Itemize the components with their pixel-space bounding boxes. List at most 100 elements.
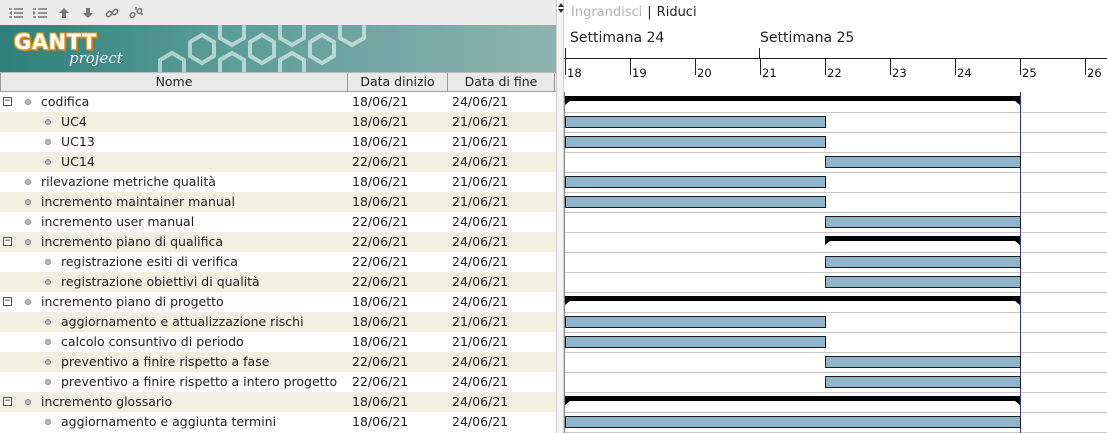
task-bar[interactable] [825, 276, 1021, 288]
task-end-date[interactable]: 21/06/21 [452, 312, 508, 332]
task-row[interactable]: − codifica 18/06/21 24/06/21 [0, 92, 557, 112]
splitter[interactable] [556, 0, 564, 433]
task-row[interactable]: preventivo a finire rispetto a fase 22/06… [0, 352, 557, 372]
task-end-date[interactable]: 21/06/21 [452, 112, 508, 132]
column-end-date[interactable]: Data di fine [448, 73, 555, 92]
task-end-date[interactable]: 24/06/21 [452, 292, 508, 312]
task-bar[interactable] [565, 136, 826, 148]
task-start-date[interactable]: 22/06/21 [352, 272, 408, 292]
task-name[interactable]: incremento maintainer manual [41, 192, 235, 212]
task-start-date[interactable]: 18/06/21 [352, 172, 408, 192]
task-end-date[interactable]: 24/06/21 [452, 232, 508, 252]
task-start-date[interactable]: 18/06/21 [352, 112, 408, 132]
task-end-date[interactable]: 24/06/21 [452, 412, 508, 432]
task-name[interactable]: incremento glossario [41, 392, 172, 412]
task-name[interactable]: UC14 [61, 152, 95, 172]
task-name[interactable]: incremento user manual [41, 212, 194, 232]
task-name[interactable]: aggiornamento e aggiunta termini [61, 412, 276, 432]
task-name[interactable]: registrazione esiti di verifica [61, 252, 238, 272]
task-end-date[interactable]: 24/06/21 [452, 272, 508, 292]
task-start-date[interactable]: 18/06/21 [352, 312, 408, 332]
task-bar[interactable] [825, 256, 1021, 268]
task-name[interactable]: preventivo a finire rispetto a intero pr… [61, 372, 337, 392]
task-bar[interactable] [825, 216, 1021, 228]
unlink-icon[interactable] [124, 2, 148, 24]
column-name[interactable]: Nome [0, 73, 348, 92]
task-end-date[interactable]: 24/06/21 [452, 392, 508, 412]
task-bar[interactable] [565, 416, 1021, 428]
task-name[interactable]: incremento piano di qualifica [41, 232, 223, 252]
task-row[interactable]: preventivo a finire rispetto a intero pr… [0, 372, 557, 392]
task-start-date[interactable]: 18/06/21 [352, 392, 408, 412]
task-name[interactable]: preventivo a finire rispetto a fase [61, 352, 269, 372]
task-bar[interactable] [565, 116, 826, 128]
task-end-date[interactable]: 24/06/21 [452, 152, 508, 172]
task-end-date[interactable]: 21/06/21 [452, 332, 508, 352]
collapse-toggle-icon[interactable]: − [3, 297, 12, 306]
task-bar[interactable] [825, 156, 1021, 168]
task-row[interactable]: − incremento piano di qualifica 22/06/21 24… [0, 232, 557, 252]
collapse-toggle-icon[interactable]: − [3, 237, 12, 246]
task-start-date[interactable]: 22/06/21 [352, 212, 408, 232]
task-row[interactable]: aggiornamento e attualizzazione rischi 18… [0, 312, 557, 332]
task-bar[interactable] [565, 196, 826, 208]
task-end-date[interactable]: 24/06/21 [452, 352, 508, 372]
task-name[interactable]: aggiornamento e attualizzazione rischi [61, 312, 304, 332]
task-name[interactable]: UC13 [61, 132, 95, 152]
task-start-date[interactable]: 22/06/21 [352, 372, 408, 392]
task-row[interactable]: rilevazione metriche qualità 18/06/21 21/0… [0, 172, 557, 192]
task-bar[interactable] [825, 376, 1021, 388]
move-up-icon[interactable] [52, 2, 76, 24]
task-end-date[interactable]: 24/06/21 [452, 372, 508, 392]
task-end-date[interactable]: 21/06/21 [452, 192, 508, 212]
link-icon[interactable] [100, 2, 124, 24]
zoom-in-link[interactable]: Ingrandisci [571, 5, 642, 20]
collapse-toggle-icon[interactable]: − [3, 397, 12, 406]
task-end-date[interactable]: 24/06/21 [452, 252, 508, 272]
task-name[interactable]: codifica [41, 92, 89, 112]
task-start-date[interactable]: 22/06/21 [352, 352, 408, 372]
task-bar[interactable] [565, 176, 826, 188]
task-start-date[interactable]: 22/06/21 [352, 252, 408, 272]
task-row[interactable]: calcolo consuntivo di periodo 18/06/21 21/… [0, 332, 557, 352]
task-start-date[interactable]: 22/06/21 [352, 152, 408, 172]
task-start-date[interactable]: 18/06/21 [352, 192, 408, 212]
task-end-date[interactable]: 21/06/21 [452, 132, 508, 152]
task-end-date[interactable]: 24/06/21 [452, 92, 508, 112]
task-row[interactable]: registrazione esiti di verifica 22/06/21 2… [0, 252, 557, 272]
summary-bar[interactable] [565, 396, 1020, 405]
task-row[interactable]: incremento user manual 22/06/21 24/06/21 [0, 212, 557, 232]
collapse-toggle-icon[interactable]: − [3, 97, 12, 106]
task-name[interactable]: rilevazione metriche qualità [41, 172, 216, 192]
task-start-date[interactable]: 18/06/21 [352, 292, 408, 312]
task-bar[interactable] [565, 336, 826, 348]
task-name[interactable]: UC4 [61, 112, 87, 132]
task-name[interactable]: incremento piano di progetto [41, 292, 224, 312]
task-start-date[interactable]: 22/06/21 [352, 232, 408, 252]
summary-bar[interactable] [565, 96, 1020, 105]
task-start-date[interactable]: 18/06/21 [352, 412, 408, 432]
summary-bar[interactable] [825, 236, 1020, 245]
task-bar[interactable] [825, 356, 1021, 368]
unindent-icon[interactable] [4, 2, 28, 24]
task-row[interactable]: incremento maintainer manual 18/06/21 21/0… [0, 192, 557, 212]
task-bar[interactable] [565, 316, 826, 328]
task-name[interactable]: calcolo consuntivo di periodo [61, 332, 244, 352]
zoom-out-link[interactable]: Riduci [657, 5, 697, 20]
task-start-date[interactable]: 18/06/21 [352, 132, 408, 152]
task-row[interactable]: UC14 22/06/21 24/06/21 [0, 152, 557, 172]
task-name[interactable]: registrazione obiettivi di qualità [61, 272, 260, 292]
task-row[interactable]: aggiornamento e aggiunta termini 18/06/21… [0, 412, 557, 432]
task-row[interactable]: UC4 18/06/21 21/06/21 [0, 112, 557, 132]
task-row[interactable]: − incremento piano di progetto 18/06/21 24/… [0, 292, 557, 312]
task-row[interactable]: UC13 18/06/21 21/06/21 [0, 132, 557, 152]
task-start-date[interactable]: 18/06/21 [352, 332, 408, 352]
task-row[interactable]: registrazione obiettivi di qualità 22/06/… [0, 272, 557, 292]
move-down-icon[interactable] [76, 2, 100, 24]
task-end-date[interactable]: 21/06/21 [452, 172, 508, 192]
column-start-date[interactable]: Data dinizio [348, 73, 448, 92]
task-start-date[interactable]: 18/06/21 [352, 92, 408, 112]
indent-icon[interactable] [28, 2, 52, 24]
task-row[interactable]: − incremento glossario 18/06/21 24/06/21 [0, 392, 557, 412]
task-end-date[interactable]: 24/06/21 [452, 212, 508, 232]
